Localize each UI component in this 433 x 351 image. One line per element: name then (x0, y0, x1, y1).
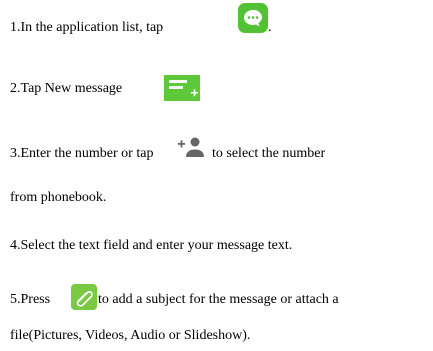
step-5-continued: file(Pictures, Videos, Audio or Slidesho… (10, 328, 250, 344)
step-1-suffix: . (268, 20, 272, 36)
step-1: 1.In the application list, tap (10, 20, 163, 36)
step-5-text-before: 5.Press (10, 292, 51, 307)
new-message-icon (164, 75, 200, 101)
step-4: 4.Select the text field and enter your m… (10, 238, 292, 254)
messaging-app-icon (238, 3, 268, 33)
step-3-continued: from phonebook. (10, 190, 106, 206)
step-1-period: . (268, 20, 272, 35)
paperclip-attach-icon (71, 284, 97, 310)
step-3-after: to select the number (212, 146, 325, 162)
step-1-text: 1.In the application list, tap (10, 20, 164, 35)
step-5: 5.Press (10, 292, 50, 308)
step-3-text-before: 3.Enter the number or tap (10, 146, 154, 161)
step-5-after: to add a subject for the message or atta… (98, 292, 339, 308)
step-5b-text: file(Pictures, Videos, Audio or Slidesho… (10, 328, 251, 343)
step-2-text: 2.Tap New message (10, 81, 123, 96)
add-contact-icon (178, 137, 204, 157)
step-3b-text: from phonebook. (10, 190, 107, 205)
step-4-text: 4.Select the text field and enter your m… (10, 238, 293, 253)
step-2: 2.Tap New message (10, 81, 122, 97)
step-3-text-after: to select the number (212, 146, 326, 161)
step-3: 3.Enter the number or tap (10, 146, 153, 162)
step-5-text-after: to add a subject for the message or atta… (98, 292, 339, 307)
